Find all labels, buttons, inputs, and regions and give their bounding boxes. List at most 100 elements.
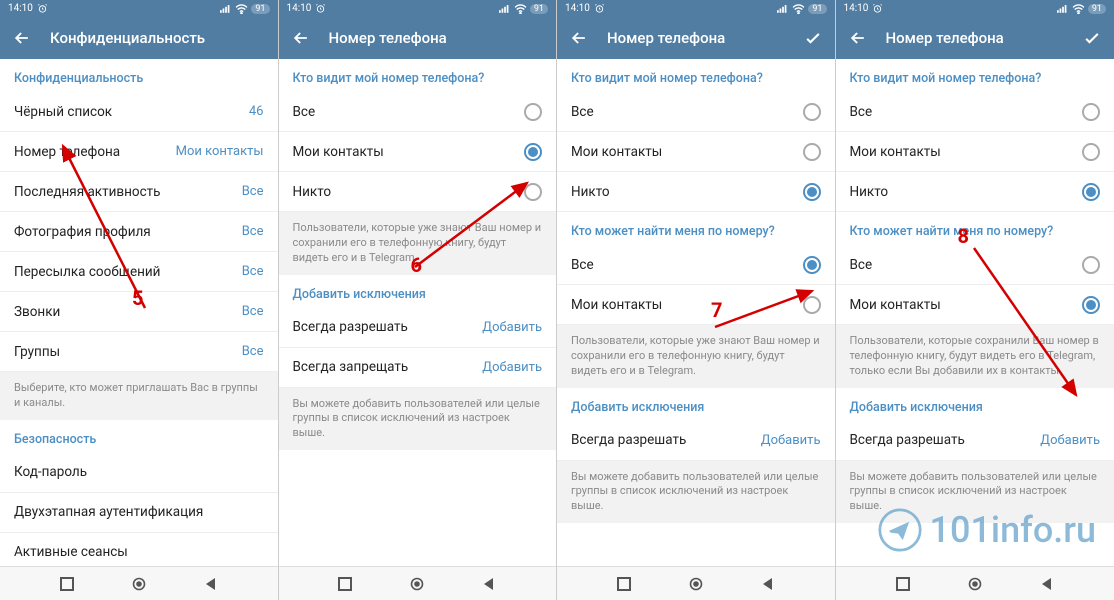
signal-icon <box>499 4 511 13</box>
wifi-icon <box>1072 4 1085 14</box>
add-link[interactable]: Добавить <box>1040 433 1100 448</box>
radio-icon <box>1082 296 1100 314</box>
nav-back-icon[interactable] <box>1039 576 1055 592</box>
option-contacts[interactable]: Мои контакты <box>836 132 1114 172</box>
battery-badge: 91 <box>251 4 269 14</box>
back-icon[interactable] <box>569 28 589 48</box>
option-nobody[interactable]: Никто <box>279 172 557 212</box>
nav-bar <box>557 566 835 600</box>
radio-icon <box>1082 183 1100 201</box>
row-twostep[interactable]: Двухэтапная аутентификация <box>0 493 278 533</box>
option-contacts[interactable]: Мои контакты <box>279 132 557 172</box>
radio-icon <box>803 183 821 201</box>
nav-home-icon[interactable] <box>688 576 704 592</box>
radio-icon <box>803 256 821 274</box>
nav-home-icon[interactable] <box>409 576 425 592</box>
option-everybody[interactable]: Все <box>279 92 557 132</box>
nav-bar <box>836 566 1114 600</box>
option-nobody[interactable]: Никто <box>557 172 835 212</box>
option-nobody[interactable]: Никто <box>836 172 1114 212</box>
nav-recent-icon[interactable] <box>895 576 911 592</box>
wifi-icon <box>792 4 805 14</box>
add-link[interactable]: Добавить <box>761 433 821 448</box>
nav-bar <box>279 566 557 600</box>
row-sessions[interactable]: Активные сеансы <box>0 533 278 566</box>
alarm-icon <box>594 3 605 14</box>
nav-back-icon[interactable] <box>203 576 219 592</box>
app-bar: Номер телефона <box>836 17 1114 59</box>
section-who-sees: Кто видит мой номер телефона? <box>557 59 835 92</box>
row-always-deny[interactable]: Всегда запрещатьДобавить <box>279 348 557 388</box>
radio-icon <box>803 103 821 121</box>
option-find-contacts[interactable]: Мои контакты <box>557 285 835 325</box>
hint-exceptions: Вы можете добавить пользователей или цел… <box>557 461 835 524</box>
option-everybody[interactable]: Все <box>836 92 1114 132</box>
nav-bar <box>0 566 278 600</box>
row-always-allow[interactable]: Всегда разрешатьДобавить <box>557 421 835 461</box>
section-who-finds: Кто может найти меня по номеру? <box>836 212 1114 245</box>
hint-exceptions: Вы можете добавить пользователей или цел… <box>836 461 1114 524</box>
screen-4: 14:10 91 Номер телефона Кто видит мой но… <box>836 0 1114 600</box>
check-icon[interactable] <box>1082 28 1102 48</box>
option-find-everybody[interactable]: Все <box>836 245 1114 285</box>
screen-2: 14:10 91 Номер телефона Кто видит мой но… <box>279 0 558 600</box>
radio-icon <box>1082 103 1100 121</box>
hint-known-users: Пользователи, которые уже знают Ваш номе… <box>557 325 835 388</box>
section-security: Безопасность <box>0 420 278 453</box>
row-lastseen[interactable]: Последняя активностьВсе <box>0 172 278 212</box>
row-always-allow[interactable]: Всегда разрешатьДобавить <box>836 421 1114 461</box>
hint-groups: Выберите, кто может приглашать Вас в гру… <box>0 372 278 420</box>
row-forward[interactable]: Пересылка сообщенийВсе <box>0 252 278 292</box>
screen-1: 14:10 91 Конфиденциальность Конфиденциал… <box>0 0 279 600</box>
option-contacts[interactable]: Мои контакты <box>557 132 835 172</box>
section-who-sees: Кто видит мой номер телефона? <box>836 59 1114 92</box>
status-time: 14:10 <box>8 3 33 14</box>
hint-known-users: Пользователи, которые уже знают Ваш номе… <box>279 212 557 275</box>
option-find-everybody[interactable]: Все <box>557 245 835 285</box>
row-phone-number[interactable]: Номер телефонаМои контакты <box>0 132 278 172</box>
option-everybody[interactable]: Все <box>557 92 835 132</box>
row-blacklist[interactable]: Чёрный список46 <box>0 92 278 132</box>
radio-icon <box>803 296 821 314</box>
back-icon[interactable] <box>291 28 311 48</box>
add-link[interactable]: Добавить <box>482 360 542 375</box>
wifi-icon <box>235 4 248 14</box>
add-link[interactable]: Добавить <box>482 320 542 335</box>
alarm-icon <box>872 3 883 14</box>
app-bar: Конфиденциальность <box>0 17 278 59</box>
row-groups[interactable]: ГруппыВсе <box>0 332 278 372</box>
nav-recent-icon[interactable] <box>337 576 353 592</box>
row-passcode[interactable]: Код-пароль <box>0 453 278 493</box>
row-always-allow[interactable]: Всегда разрешатьДобавить <box>279 308 557 348</box>
row-profile-photo[interactable]: Фотография профиляВсе <box>0 212 278 252</box>
hint-saved-users: Пользователи, которые сохранили Ваш номе… <box>836 325 1114 388</box>
nav-home-icon[interactable] <box>131 576 147 592</box>
nav-back-icon[interactable] <box>481 576 497 592</box>
back-icon[interactable] <box>848 28 868 48</box>
radio-icon <box>1082 143 1100 161</box>
nav-back-icon[interactable] <box>760 576 776 592</box>
hint-exceptions: Вы можете добавить пользователей или цел… <box>279 388 557 451</box>
section-who-finds: Кто может найти меня по номеру? <box>557 212 835 245</box>
alarm-icon <box>37 3 48 14</box>
page-title: Конфиденциальность <box>50 29 266 47</box>
signal-icon <box>777 4 789 13</box>
page-title: Номер телефона <box>607 29 785 47</box>
nav-recent-icon[interactable] <box>59 576 75 592</box>
signal-icon <box>1057 4 1069 13</box>
wifi-icon <box>514 4 527 14</box>
signal-icon <box>220 4 232 13</box>
app-bar: Номер телефона <box>557 17 835 59</box>
status-bar: 14:10 91 <box>0 0 278 17</box>
section-privacy: Конфиденциальность <box>0 59 278 92</box>
page-title: Номер телефона <box>329 29 545 47</box>
section-who-sees: Кто видит мой номер телефона? <box>279 59 557 92</box>
back-icon[interactable] <box>12 28 32 48</box>
nav-recent-icon[interactable] <box>616 576 632 592</box>
row-calls[interactable]: ЗвонкиВсе <box>0 292 278 332</box>
nav-home-icon[interactable] <box>967 576 983 592</box>
status-bar: 14:10 91 <box>836 0 1114 17</box>
radio-icon <box>524 183 542 201</box>
option-find-contacts[interactable]: Мои контакты <box>836 285 1114 325</box>
check-icon[interactable] <box>803 28 823 48</box>
